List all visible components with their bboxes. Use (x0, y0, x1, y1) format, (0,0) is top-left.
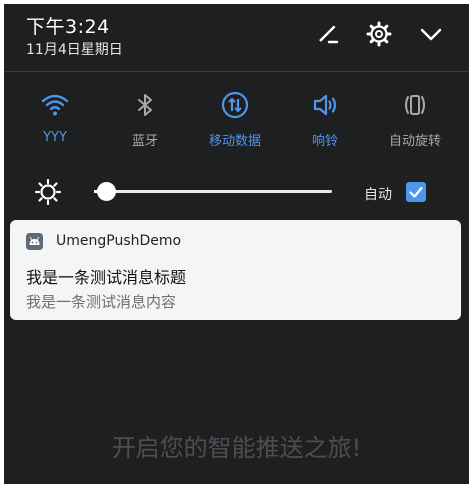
toggle-auto-rotate[interactable]: 自动旋转 (370, 90, 460, 149)
brightness-slider[interactable] (94, 182, 332, 201)
auto-rotate-icon (400, 90, 430, 120)
settings-icon[interactable] (365, 20, 393, 48)
header-divider (4, 71, 469, 72)
toggle-ring[interactable]: 响铃 (280, 90, 370, 149)
background-app-text: 开启您的智能推送之旅! (111, 434, 362, 462)
bluetooth-icon (130, 90, 160, 120)
toggle-auto-rotate-label: 自动旋转 (388, 134, 441, 149)
auto-brightness-label: 自动 (364, 187, 392, 203)
clock-time: 下午3:24 (26, 16, 110, 38)
mobile-data-icon (220, 90, 250, 120)
toggle-mobile-data-label: 移动数据 (208, 134, 261, 149)
brightness-slider-thumb[interactable] (96, 182, 116, 201)
check-icon (409, 186, 423, 198)
toggle-bluetooth[interactable]: 蓝牙 (100, 90, 190, 149)
toggle-wifi-label: YYY (43, 130, 67, 145)
auto-brightness-checkbox[interactable] (406, 182, 426, 202)
clock-date: 11月4日星期日 (26, 42, 123, 58)
toggle-wifi[interactable]: YYY (10, 90, 100, 145)
toggle-ring-label: 响铃 (311, 134, 338, 149)
notification-shade: 下午3:24 11月4日星期日 YYY 蓝牙 移动数据 响铃 自动旋转 自动 U… (4, 4, 469, 484)
toggle-bluetooth-label: 蓝牙 (131, 134, 158, 149)
brightness-icon (34, 178, 62, 206)
wifi-icon (40, 90, 70, 120)
ring-icon (310, 90, 340, 120)
notification-body: 我是一条测试消息内容 (26, 293, 177, 311)
collapse-icon[interactable] (417, 20, 445, 48)
notification-title: 我是一条测试消息标题 (26, 268, 187, 287)
edit-icon[interactable] (314, 20, 342, 48)
toggle-mobile-data[interactable]: 移动数据 (190, 90, 280, 149)
notification-card[interactable]: UmengPushDemo 我是一条测试消息标题 我是一条测试消息内容 (10, 220, 461, 320)
notification-app-name: UmengPushDemo (56, 233, 182, 249)
android-app-icon (26, 233, 43, 250)
